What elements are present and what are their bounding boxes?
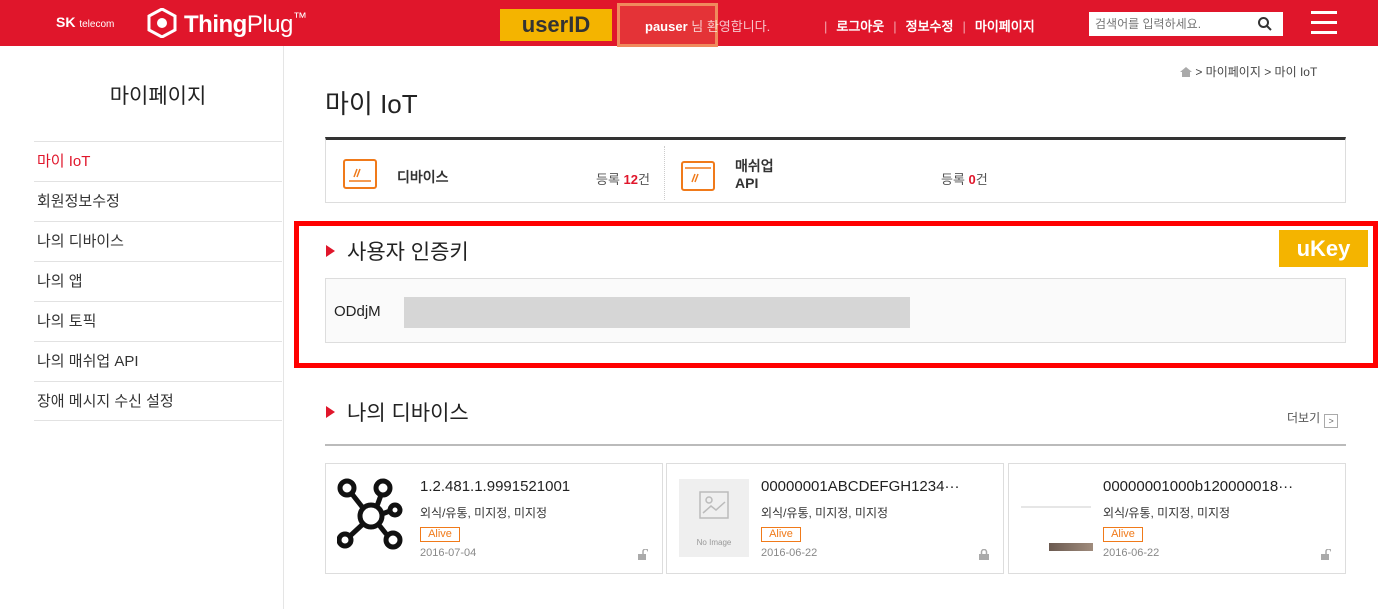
auth-key-title-text: 사용자 인증키 xyxy=(347,241,469,264)
summary-mashup-label: 매쉬업 API xyxy=(735,158,774,192)
mashup-window-icon xyxy=(681,161,715,191)
device-card[interactable]: 1.2.481.1.9991521001 외식/유통, 미지정, 미지정 Ali… xyxy=(325,463,663,574)
sk-telecom-logo[interactable]: SK telecom xyxy=(56,14,114,30)
device-thumbnail-photo xyxy=(1049,543,1093,551)
summary-device-count: 등록 12건 xyxy=(596,169,650,188)
thingplug-logo-icon xyxy=(147,8,177,38)
brand-telecom: telecom xyxy=(79,19,115,30)
sidebar-item-my-devices[interactable]: 나의 디바이스 xyxy=(34,221,282,261)
greeting-suffix: 님 환영합니다. xyxy=(691,19,771,34)
mashup-count-value: 0 xyxy=(968,172,976,187)
device-date: 2016-06-22 xyxy=(761,547,818,559)
device-monitor-icon xyxy=(343,159,377,189)
auth-key-redaction xyxy=(404,297,910,328)
device-date: 2016-07-04 xyxy=(420,547,477,559)
unlock-icon xyxy=(1321,549,1331,560)
summary-mashup-count: 등록 0건 xyxy=(941,169,988,188)
header-links: | 로그아웃 | 정보수정 | 마이페이지 xyxy=(824,19,1035,34)
top-bar: SK telecom ThingPlug™ userID pauser 님 환영… xyxy=(0,0,1378,47)
ukey-annotation: uKey xyxy=(1279,230,1368,267)
sidebar-item-alert-settings[interactable]: 장애 메시지 수신 설정 xyxy=(34,381,282,421)
device-count-value: 12 xyxy=(623,172,639,187)
sidebar-menu: 마이 IoT 회원정보수정 나의 디바이스 나의 앱 나의 토픽 나의 매쉬업 … xyxy=(34,141,282,421)
devices-section-title: 나의 디바이스 xyxy=(326,397,469,427)
network-node-icon xyxy=(337,478,403,550)
device-name: 00000001000b120000018··· xyxy=(1103,478,1294,495)
home-icon[interactable] xyxy=(1180,67,1192,77)
more-link[interactable]: 더보기 > xyxy=(1287,409,1339,428)
username: pauser xyxy=(645,19,688,34)
sidebar: 마이페이지 마이 IoT 회원정보수정 나의 디바이스 나의 앱 나의 토픽 나… xyxy=(34,46,282,609)
lock-icon xyxy=(979,549,989,560)
search-box xyxy=(1089,12,1283,36)
mashup-label-line1: 매쉬업 xyxy=(735,158,774,174)
device-count-suffix: 건 xyxy=(638,172,650,187)
devices-title-text: 나의 디바이스 xyxy=(347,402,469,425)
mashup-count-prefix: 등록 xyxy=(941,172,969,187)
sidebar-item-my-mashup-api[interactable]: 나의 매쉬업 API xyxy=(34,341,282,381)
brand-sk: SK xyxy=(56,14,76,30)
sidebar-divider xyxy=(283,46,284,609)
device-card[interactable]: No Image 00000001ABCDEFGH1234··· 외식/유통, … xyxy=(666,463,1004,574)
unlock-icon xyxy=(638,549,648,560)
logo-plug: Plug xyxy=(246,11,294,38)
greeting: pauser 님 환영합니다. xyxy=(645,16,770,35)
device-date: 2016-06-22 xyxy=(1103,547,1160,559)
summary-divider xyxy=(664,146,665,200)
no-image-placeholder: No Image xyxy=(679,479,749,557)
device-category: 외식/유통, 미지정, 미지정 xyxy=(761,506,889,520)
device-category: 외식/유통, 미지정, 미지정 xyxy=(420,506,548,520)
page-title: 마이 IoT xyxy=(325,89,418,119)
chevron-right-icon: > xyxy=(1324,414,1339,428)
auth-key-section-title: 사용자 인증키 xyxy=(326,236,469,266)
search-input[interactable] xyxy=(1089,12,1257,36)
search-icon[interactable] xyxy=(1257,16,1273,32)
mypage-link[interactable]: 마이페이지 xyxy=(975,19,1035,34)
section-arrow-icon xyxy=(326,245,335,257)
sidebar-item-my-apps[interactable]: 나의 앱 xyxy=(34,261,282,301)
edit-profile-link[interactable]: 정보수정 xyxy=(906,19,954,34)
image-placeholder-icon xyxy=(699,491,729,519)
thingplug-logo[interactable]: ThingPlug™ xyxy=(184,9,307,39)
sidebar-item-member-info[interactable]: 회원정보수정 xyxy=(34,181,282,221)
no-image-text: No Image xyxy=(696,538,732,547)
device-count-prefix: 등록 xyxy=(596,172,624,187)
mashup-label-line2: API xyxy=(735,175,759,191)
device-card[interactable]: 00000001000b120000018··· 외식/유통, 미지정, 미지정… xyxy=(1008,463,1346,574)
device-name: 1.2.481.1.9991521001 xyxy=(420,478,571,495)
device-name: 00000001ABCDEFGH1234··· xyxy=(761,478,960,495)
sidebar-title: 마이페이지 xyxy=(109,85,207,108)
device-thumbnail xyxy=(1021,506,1091,508)
userid-annotation: userID xyxy=(500,9,612,41)
logo-main: Thing xyxy=(184,11,247,38)
device-category: 외식/유통, 미지정, 미지정 xyxy=(1103,506,1231,520)
logout-link[interactable]: 로그아웃 xyxy=(836,19,884,34)
breadcrumb-path: > 마이페이지 > 마이 IoT xyxy=(1195,65,1318,79)
status-badge: Alive xyxy=(1103,527,1143,542)
devices-divider xyxy=(325,444,1346,446)
sidebar-item-my-topics[interactable]: 나의 토픽 xyxy=(34,301,282,341)
summary-device-label: 디바이스 xyxy=(397,169,449,185)
status-badge: Alive xyxy=(761,527,801,542)
summary-panel: 디바이스 등록 12건 매쉬업 API 등록 0건 xyxy=(325,137,1346,203)
mashup-count-suffix: 건 xyxy=(975,172,988,187)
logo-tm: ™ xyxy=(292,9,307,25)
auth-key-value[interactable]: ODdjM xyxy=(334,303,381,320)
menu-icon[interactable] xyxy=(1311,11,1337,35)
sidebar-item-my-iot[interactable]: 마이 IoT xyxy=(34,141,282,181)
more-label: 더보기 xyxy=(1287,411,1321,425)
section-arrow-icon xyxy=(326,406,335,418)
status-badge: Alive xyxy=(420,527,460,542)
breadcrumb: > 마이페이지 > 마이 IoT xyxy=(1180,63,1317,80)
